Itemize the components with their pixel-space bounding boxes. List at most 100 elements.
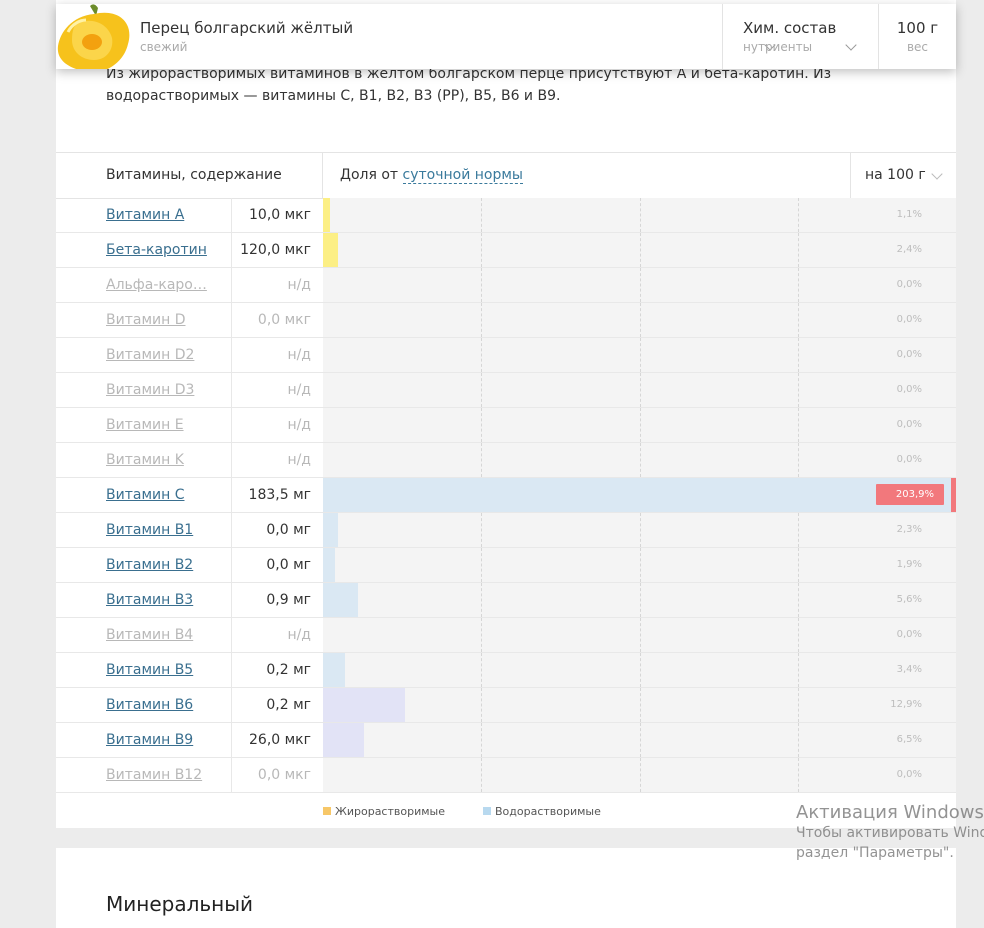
grid-line	[640, 548, 641, 582]
grid-line	[481, 723, 482, 757]
vitamin-link[interactable]: Витамин D	[106, 312, 214, 328]
vitamin-link[interactable]: Альфа-каро…	[106, 277, 214, 293]
bar	[323, 198, 330, 232]
amount-cell: 0,0 мг	[231, 513, 324, 547]
grid-line	[798, 303, 799, 337]
grid-line	[481, 268, 482, 302]
grid-line	[798, 723, 799, 757]
bar-track: 6,5%	[323, 723, 956, 757]
table-row: Витамин B5 0,2 мг 3,4%	[56, 653, 956, 688]
legend-label: Водорастворимые	[495, 805, 601, 818]
vitamin-link[interactable]: Витамин K	[106, 452, 214, 468]
vitamin-link[interactable]: Витамин B9	[106, 732, 214, 748]
grid-line	[798, 408, 799, 442]
amount-cell: 120,0 мкг	[231, 233, 324, 267]
vitamin-amount: н/д	[287, 627, 311, 643]
vitamin-amount: н/д	[287, 382, 311, 398]
percent-label: 0,0%	[896, 314, 922, 325]
table-title: Витамины, содержание	[106, 167, 282, 183]
grid-line	[481, 583, 482, 617]
product-subtitle: свежий	[140, 40, 188, 54]
percent-label: 2,3%	[896, 524, 922, 535]
intro-text: Из жирорастворимых витаминов в желтом бо…	[106, 66, 832, 104]
vitamin-amount: н/д	[287, 277, 311, 293]
percent-label: 0,0%	[896, 769, 922, 780]
percent-label: 5,6%	[896, 594, 922, 605]
grid-line	[798, 548, 799, 582]
vitamin-link[interactable]: Витамин B1	[106, 522, 214, 538]
composition-selector[interactable]: Хим. состав нутриенты	[723, 4, 879, 69]
grid-line	[798, 373, 799, 407]
composition-subtitle: нутриенты	[743, 40, 813, 54]
vitamin-link[interactable]: Витамин D3	[106, 382, 214, 398]
bar-track: 0,0%	[323, 443, 956, 477]
percent-label: 3,4%	[896, 664, 922, 675]
product-image	[56, 4, 132, 69]
amount-cell: н/д	[231, 373, 324, 407]
next-section-heading: Минеральный	[106, 892, 254, 916]
grid-line	[481, 373, 482, 407]
grid-line	[798, 758, 799, 792]
vitamin-amount: 10,0 мкг	[249, 207, 311, 223]
grid-line	[481, 198, 482, 232]
grid-line	[481, 443, 482, 477]
amount-cell: н/д	[231, 268, 324, 302]
bar	[323, 583, 358, 617]
vitamin-link[interactable]: Витамин B6	[106, 697, 214, 713]
vitamin-amount: 0,2 мг	[266, 697, 311, 713]
vitamin-amount: н/д	[287, 417, 311, 433]
vitamin-link[interactable]: Витамин B3	[106, 592, 214, 608]
daily-norm-link[interactable]: суточной нормы	[402, 167, 523, 184]
vitamin-link[interactable]: Витамин B12	[106, 767, 214, 783]
table-row: Витамин B12 0,0 мкг 0,0%	[56, 758, 956, 793]
table-row: Витамин B3 0,9 мг 5,6%	[56, 583, 956, 618]
percent-label: 0,0%	[896, 279, 922, 290]
grid-line	[640, 303, 641, 337]
table-row: Витамин B6 0,2 мг 12,9%	[56, 688, 956, 723]
amount-cell: 183,5 мг	[231, 478, 324, 512]
per-amount-selector[interactable]: на 100 г	[850, 153, 957, 198]
table-row: Витамин B4 н/д 0,0%	[56, 618, 956, 653]
amount-cell: 0,2 мг	[231, 653, 324, 687]
amount-cell: 26,0 мкг	[231, 723, 324, 757]
percent-label: 1,1%	[896, 209, 922, 220]
vitamin-link[interactable]: Витамин B2	[106, 557, 214, 573]
sticky-header: Перец болгарский жёлтый свежий Хим. сост…	[56, 4, 956, 69]
vitamin-link[interactable]: Витамин B4	[106, 627, 214, 643]
grid-line	[640, 583, 641, 617]
amount-cell: 0,0 мкг	[231, 758, 324, 792]
vitamin-amount: 120,0 мкг	[240, 242, 311, 258]
percent-label: 0,0%	[896, 629, 922, 640]
vitamin-amount: н/д	[287, 452, 311, 468]
percent-label: 0,0%	[896, 419, 922, 430]
weight-field[interactable]: 100 г вес	[879, 4, 956, 69]
weight-subtitle: вес	[906, 40, 929, 54]
vitamin-link[interactable]: Витамин E	[106, 417, 214, 433]
grid-line	[640, 408, 641, 442]
bar-track: 2,3%	[323, 513, 956, 547]
chevron-down-icon	[845, 39, 857, 51]
amount-cell: 0,9 мг	[231, 583, 324, 617]
grid-line	[798, 513, 799, 547]
vitamin-link[interactable]: Бета-каротин	[106, 242, 214, 258]
vitamin-amount: 0,2 мг	[266, 662, 311, 678]
vitamin-link[interactable]: Витамин A	[106, 207, 214, 223]
vitamin-link[interactable]: Витамин B5	[106, 662, 214, 678]
vitamin-link[interactable]: Витамин C	[106, 487, 214, 503]
vitamins-table: Витамин A 10,0 мкг 1,1% Бета-каротин 120,0 м…	[56, 198, 956, 793]
bar	[323, 653, 345, 687]
percent-label: 2,4%	[896, 244, 922, 255]
grid-line	[798, 233, 799, 267]
amount-cell: 10,0 мкг	[231, 198, 324, 232]
vitamin-link[interactable]: Витамин D2	[106, 347, 214, 363]
vitamin-amount: 0,0 мг	[266, 557, 311, 573]
divider	[322, 153, 323, 198]
grid-line	[640, 618, 641, 652]
bar-track: 0,0%	[323, 338, 956, 372]
bar-track: 1,9%	[323, 548, 956, 582]
grid-line	[798, 653, 799, 687]
table-row: Витамин C 183,5 мг 203,9%	[56, 478, 956, 513]
product-selector[interactable]: Перец болгарский жёлтый свежий	[132, 4, 776, 69]
grid-line	[798, 443, 799, 477]
vitamin-amount: 0,0 мг	[266, 522, 311, 538]
